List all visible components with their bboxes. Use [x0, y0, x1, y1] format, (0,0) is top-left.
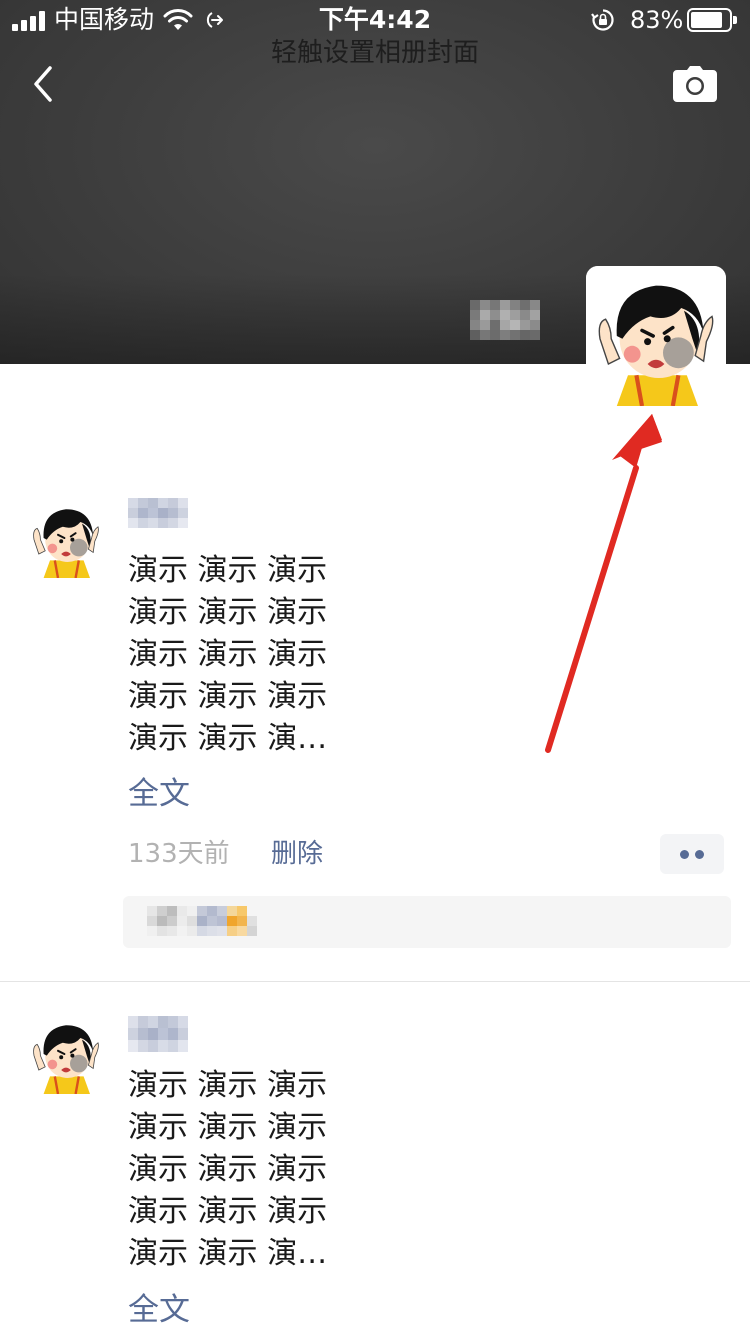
- cartoon-girl-avatar-icon: [26, 1014, 106, 1094]
- cartoon-girl-avatar-icon: [586, 266, 726, 406]
- battery-percent: 83%: [630, 6, 684, 34]
- annotation-arrow-icon: [545, 414, 662, 753]
- battery-icon: [687, 8, 737, 32]
- likes-redacted: [147, 906, 287, 938]
- profile-avatar[interactable]: [586, 266, 726, 406]
- rotation-lock-icon: [591, 9, 614, 31]
- profile-nickname-redacted: [470, 300, 540, 340]
- post-author-name-redacted[interactable]: [128, 1016, 192, 1052]
- cover-hint[interactable]: 轻触设置相册封面: [0, 36, 750, 70]
- full-text-link[interactable]: 全文: [128, 1290, 190, 1330]
- camera-icon[interactable]: [673, 66, 717, 102]
- status-bar: 中国移动 下午4:42 83%: [0, 0, 750, 40]
- chevron-left-icon[interactable]: [28, 62, 58, 106]
- post-author-avatar[interactable]: [26, 1014, 106, 1094]
- post-content: 演示 演示 演示 演示 演示 演示 演示 演示 演示 演示 演示 演示 演示 演…: [128, 1068, 328, 1271]
